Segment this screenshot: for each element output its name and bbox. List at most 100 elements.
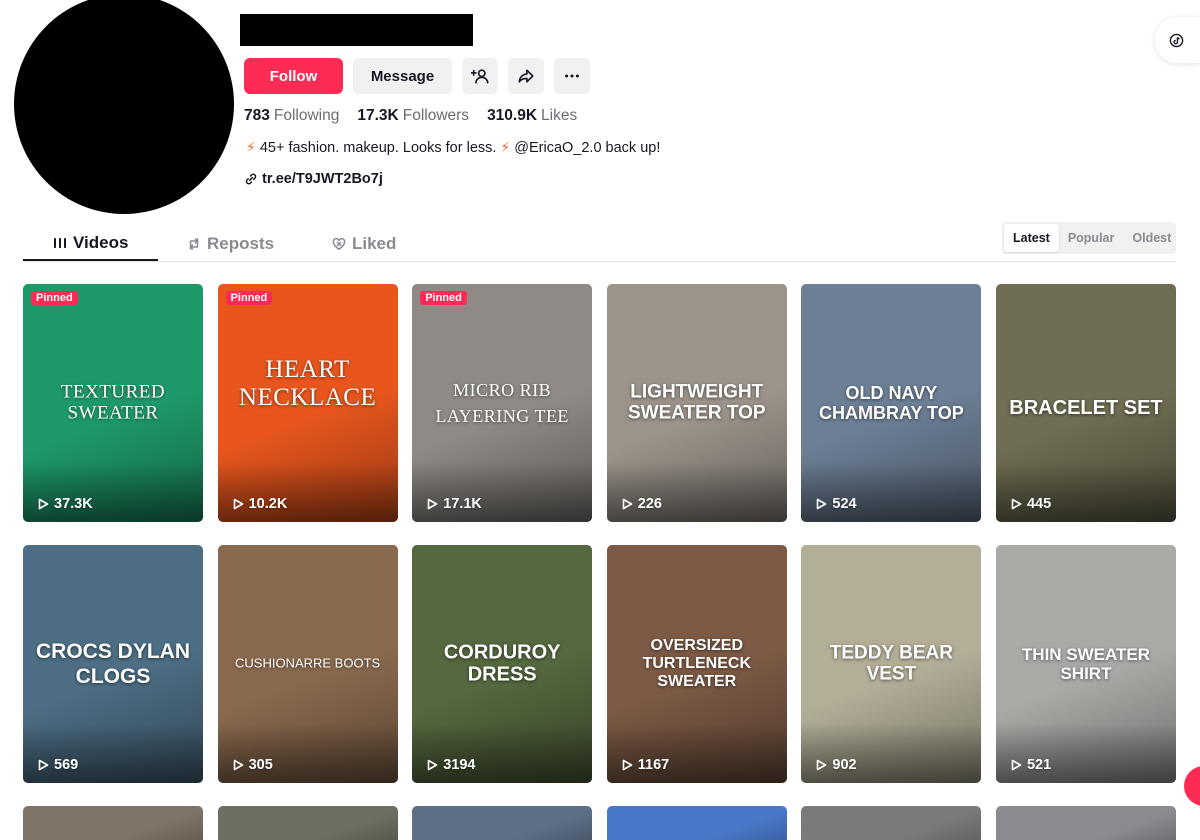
tab-liked[interactable]: Liked — [302, 226, 426, 261]
play-icon — [817, 498, 827, 510]
side-floating-button[interactable] — [1155, 17, 1200, 63]
video-overlay-text: CUSHIONARRE BOOTS — [235, 655, 381, 671]
video-card[interactable]: OLD NAVY CHAMBRAY TOP 524 — [801, 284, 982, 522]
view-count: 10.2K — [232, 496, 287, 512]
repost-icon — [189, 237, 199, 250]
thumbnail-shade — [801, 723, 982, 783]
play-icon — [1011, 498, 1022, 510]
sort-oldest[interactable]: Oldest — [1123, 224, 1180, 252]
video-overlay-text: BRACELET SET — [1009, 396, 1163, 419]
play-icon — [427, 498, 438, 510]
video-card[interactable]: OVERSIZED TURTLENECK SWEATER 1167 — [606, 545, 787, 783]
video-card[interactable]: CUSHIONARRE BOOTS 305 — [217, 545, 398, 783]
following-count: 783 — [244, 107, 270, 124]
followers-count: 17.3K — [357, 107, 399, 124]
view-count-text: 1167 — [637, 757, 670, 773]
tab-liked-label: Liked — [352, 233, 397, 253]
thumbnail-shade — [412, 462, 593, 522]
video-card[interactable]: Pinned HEART NECKLACE 10.2K — [217, 284, 398, 522]
video-card[interactable] — [801, 806, 982, 840]
video-card[interactable]: CROCS DYLAN CLOGS 569 — [23, 545, 203, 783]
sort-popular[interactable]: Popular — [1059, 224, 1124, 252]
view-count-text: 17.1K — [443, 496, 482, 512]
video-card[interactable]: CORDUROY DRESS 3194 — [412, 545, 593, 783]
video-overlay-text: OVERSIZED TURTLENECK SWEATER — [642, 637, 751, 690]
likes-count: 310.9K — [487, 107, 538, 124]
tab-reposts-label: Reposts — [207, 233, 275, 253]
more-button[interactable] — [554, 58, 590, 94]
following-stat[interactable]: 783 Following — [244, 107, 339, 125]
video-overlay-text: TEDDY BEAR VEST — [829, 642, 953, 685]
video-overlay-text: MICRO RIB LAYERING TEE — [435, 379, 569, 426]
tab-videos[interactable]: Videos — [23, 226, 159, 261]
video-card[interactable] — [217, 806, 398, 840]
video-overlay-text: CORDUROY DRESS — [443, 641, 561, 686]
play-icon — [622, 498, 633, 510]
play-icon — [233, 498, 243, 510]
profile-name-redacted — [240, 14, 473, 46]
share-button[interactable] — [508, 58, 544, 94]
bio-text-handle: @EricaO_2.0 back up! — [514, 139, 661, 156]
more-icon — [565, 74, 579, 78]
view-count: 902 — [815, 757, 857, 773]
follow-button[interactable]: Follow — [244, 58, 343, 94]
video-card[interactable] — [412, 806, 593, 840]
profile-link-text: tr.ee/T9JWT2Bo7j — [262, 171, 383, 187]
play-icon — [622, 759, 633, 771]
thumbnail-shade — [995, 462, 1176, 522]
video-card[interactable]: LIGHTWEIGHT SWEATER TOP 226 — [606, 284, 787, 522]
video-grid: Pinned TEXTURED SWEATER 37.3K Pinned HEA… — [23, 284, 1176, 840]
thumbnail-shade — [217, 462, 398, 522]
link-icon — [245, 173, 257, 185]
floating-action-button[interactable] — [1184, 766, 1200, 806]
view-count-text: 569 — [54, 757, 79, 773]
thumbnail-shade — [801, 462, 982, 522]
view-count-text: 305 — [248, 757, 273, 773]
view-count-text: 445 — [1026, 496, 1052, 512]
view-count: 1167 — [621, 757, 669, 773]
view-count-text: 3194 — [443, 757, 476, 773]
video-card[interactable] — [995, 806, 1176, 840]
video-overlay-text: CROCS DYLAN CLOGS — [35, 639, 190, 688]
avatar[interactable] — [14, 0, 234, 214]
view-count-text: 37.3K — [54, 496, 93, 512]
likes-label: Likes — [541, 107, 578, 124]
view-count-text: 226 — [637, 496, 662, 512]
play-icon — [38, 498, 49, 510]
tiktok-logo-icon — [1169, 33, 1184, 47]
play-icon — [38, 759, 49, 771]
tab-videos-label: Videos — [73, 232, 129, 252]
video-card[interactable]: THIN SWEATER SHIRT 521 — [995, 545, 1176, 783]
view-count: 524 — [815, 496, 857, 512]
lightning-icon: ⚡ — [500, 139, 511, 155]
pinned-badge: Pinned — [31, 291, 78, 305]
video-card[interactable]: Pinned TEXTURED SWEATER 37.3K — [23, 284, 203, 522]
play-icon — [233, 759, 243, 771]
video-card[interactable] — [23, 806, 203, 840]
add-friend-button[interactable] — [462, 58, 498, 94]
message-button[interactable]: Message — [353, 58, 452, 94]
sort-latest[interactable]: Latest — [1004, 224, 1059, 252]
view-count-text: 521 — [1026, 757, 1052, 773]
share-icon — [518, 69, 534, 83]
thumbnail-shade — [23, 723, 203, 783]
tab-reposts[interactable]: Reposts — [157, 226, 304, 261]
thumbnail-shade — [995, 723, 1176, 783]
view-count: 569 — [37, 757, 78, 773]
followers-stat[interactable]: 17.3K Followers — [357, 107, 469, 125]
view-count: 521 — [1010, 757, 1051, 773]
lightning-icon: ⚡ — [246, 139, 256, 155]
video-card[interactable] — [606, 806, 787, 840]
thumbnail-shade — [606, 462, 787, 522]
play-icon — [427, 759, 438, 771]
video-card[interactable]: TEDDY BEAR VEST 902 — [801, 545, 982, 783]
video-overlay-text: OLD NAVY CHAMBRAY TOP — [819, 382, 964, 423]
add-user-icon — [471, 69, 489, 84]
profile-link[interactable]: tr.ee/T9JWT2Bo7j — [244, 171, 383, 187]
video-card[interactable]: Pinned MICRO RIB LAYERING TEE 17.1K — [412, 284, 593, 522]
video-overlay-text: LIGHTWEIGHT SWEATER TOP — [627, 381, 766, 424]
video-card[interactable]: BRACELET SET 445 — [995, 284, 1176, 522]
following-label: Following — [273, 107, 340, 124]
pinned-badge: Pinned — [225, 291, 273, 305]
view-count: 305 — [232, 757, 273, 773]
